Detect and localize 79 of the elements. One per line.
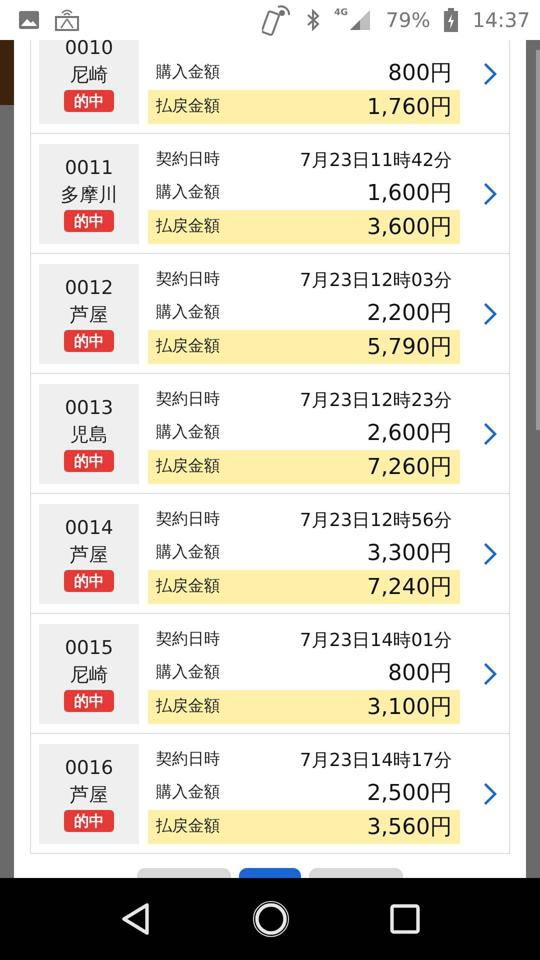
- nfc-phone-icon: [262, 3, 292, 37]
- chevron-right-icon[interactable]: [482, 540, 498, 566]
- field-label: 契約日時: [156, 509, 220, 530]
- field-label: 払戻金額: [156, 456, 220, 477]
- chevron-right-icon[interactable]: [482, 780, 498, 806]
- field-label: 契約日時: [156, 749, 220, 770]
- result-badge: 的中: [64, 330, 114, 352]
- battery-percent: 79%: [386, 8, 430, 32]
- contract-time: 7月23日12時23分: [300, 388, 452, 412]
- purchase-amount: 3,300円: [367, 540, 452, 568]
- purchase-amount: 2,600円: [367, 420, 452, 448]
- payout-amount: 3,100円: [367, 694, 452, 722]
- ticket-number: 0013: [64, 396, 114, 420]
- battery-charging-icon: [444, 8, 458, 32]
- image-icon: [18, 9, 40, 31]
- field-label: 払戻金額: [156, 216, 220, 237]
- ticket-number: 0012: [64, 276, 114, 300]
- field-label: 契約日時: [156, 629, 220, 650]
- chevron-right-icon[interactable]: [482, 180, 498, 206]
- purchase-amount: 800円: [388, 60, 452, 88]
- field-label: 購入金額: [156, 62, 220, 83]
- chevron-right-icon[interactable]: [482, 420, 498, 446]
- venue-name: 芦屋: [70, 542, 108, 566]
- field-label: 払戻金額: [156, 96, 220, 117]
- purchase-amount: 2,200円: [367, 300, 452, 328]
- field-label: 購入金額: [156, 782, 220, 803]
- ticket-number: 0016: [64, 756, 114, 780]
- ticket-number: 0015: [64, 636, 114, 660]
- contract-time: 7月23日14時17分: [300, 748, 452, 772]
- payout-amount: 3,560円: [367, 814, 452, 842]
- payout-amount: 7,240円: [367, 574, 452, 602]
- payout-amount: 3,600円: [367, 214, 452, 242]
- network-type: 4G: [334, 8, 348, 18]
- contract-time: 7月23日11時42分: [300, 148, 452, 172]
- result-badge: 的中: [64, 570, 114, 592]
- payout-amount: 1,760円: [367, 94, 452, 122]
- payout-amount: 5,790円: [367, 334, 452, 362]
- ticket-number: 0011: [64, 156, 114, 180]
- field-label: 払戻金額: [156, 576, 220, 597]
- field-label: 契約日時: [156, 269, 220, 290]
- purchase-amount: 2,500円: [367, 780, 452, 808]
- result-badge: 的中: [64, 450, 114, 472]
- venue-name: 尼崎: [70, 62, 108, 86]
- back-icon[interactable]: [120, 902, 152, 936]
- purchase-amount: 1,600円: [367, 180, 452, 208]
- chevron-right-icon[interactable]: [482, 300, 498, 326]
- result-badge: 的中: [64, 210, 114, 232]
- home-icon[interactable]: [252, 900, 290, 938]
- field-label: 払戻金額: [156, 336, 220, 357]
- venue-name: 児島: [70, 422, 108, 446]
- field-label: 購入金額: [156, 542, 220, 563]
- chevron-right-icon[interactable]: [482, 660, 498, 686]
- field-label: 契約日時: [156, 389, 220, 410]
- result-badge: 的中: [64, 90, 114, 112]
- recents-icon[interactable]: [390, 904, 420, 934]
- field-label: 払戻金額: [156, 816, 220, 837]
- result-badge: 的中: [64, 810, 114, 832]
- contract-time: 7月23日12時03分: [300, 268, 452, 292]
- chevron-right-icon[interactable]: [482, 60, 498, 86]
- field-label: 契約日時: [156, 149, 220, 170]
- venue-name: 尼崎: [70, 662, 108, 686]
- clock: 14:37: [472, 8, 530, 32]
- field-label: 購入金額: [156, 662, 220, 683]
- ticket-number: 0014: [64, 516, 114, 540]
- venue-name: 芦屋: [70, 782, 108, 806]
- bluetooth-icon: [306, 9, 320, 31]
- background-strip: [0, 40, 14, 105]
- result-badge: 的中: [64, 690, 114, 712]
- payout-amount: 7,260円: [367, 454, 452, 482]
- field-label: 購入金額: [156, 422, 220, 443]
- field-label: 払戻金額: [156, 696, 220, 717]
- venue-name: 芦屋: [70, 302, 108, 326]
- venue-name: 多摩川: [60, 182, 118, 206]
- screen-icon: [54, 7, 80, 33]
- purchase-amount: 800円: [388, 660, 452, 688]
- contract-time: 7月23日14時01分: [300, 628, 452, 652]
- contract-time: 7月23日12時56分: [300, 508, 452, 532]
- field-label: 購入金額: [156, 182, 220, 203]
- field-label: 購入金額: [156, 302, 220, 323]
